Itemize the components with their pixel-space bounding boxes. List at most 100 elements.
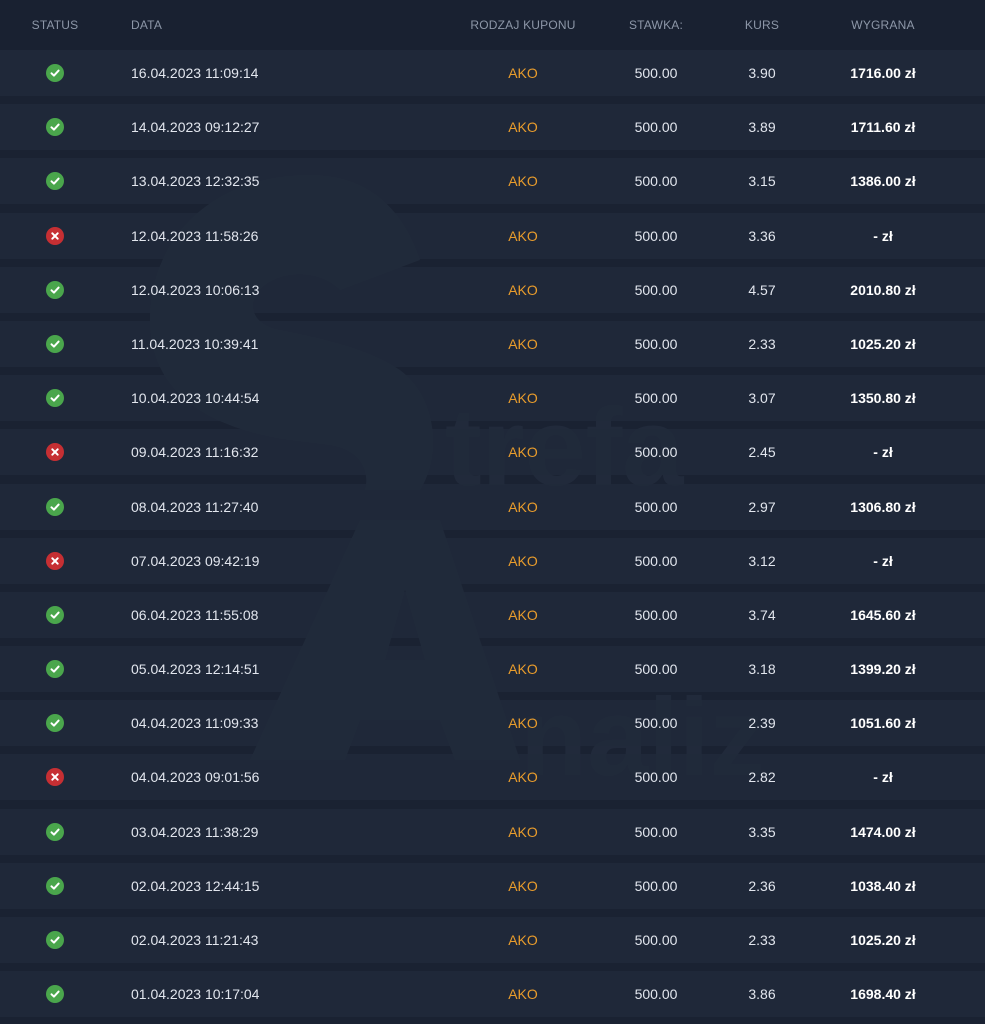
checkmark-icon [46,605,64,624]
table-row[interactable]: 05.04.2023 12:14:51 AKO 500.00 3.18 1399.20 … [0,646,985,693]
status-cell [0,605,110,624]
status-cell [0,443,110,462]
table-row[interactable]: 08.04.2023 11:27:40 AKO 500.00 2.97 1306.80 … [0,483,985,530]
checkmark-icon [46,822,64,841]
header-stake: STAWKA: [628,18,684,32]
status-cell [0,714,110,733]
status-cell [0,497,110,516]
checkmark-icon [46,931,64,949]
date-cell: 05.04.2023 12:14:51 [131,661,260,678]
table-row[interactable]: 11.04.2023 10:39:41 AKO 500.00 2.33 1025.20 … [0,320,985,367]
win-cell: - zł [873,227,893,244]
date-cell: 10.04.2023 10:44:54 [131,390,260,407]
table-row[interactable]: 16.04.2023 11:09:14 AKO 500.00 3.90 1716.00 … [0,50,985,96]
stake-cell: 500.00 [634,552,678,569]
stake-cell: 500.00 [634,877,678,894]
stake-cell: 500.00 [634,335,678,352]
win-cell: 1386.00 zł [850,173,916,190]
header-date: DATA [131,18,163,32]
coupon-type-cell: AKO [508,65,538,81]
checkmark-icon [46,389,64,408]
table-row[interactable]: 12.04.2023 10:06:13 AKO 500.00 4.57 2010.80 … [0,266,985,313]
coupon-type-cell: AKO [508,281,538,298]
stake-cell: 500.00 [634,932,678,948]
coupon-type-cell: AKO [508,823,538,840]
odds-cell: 2.97 [748,498,776,515]
header-odds: KURS [744,18,780,32]
table-row[interactable]: 10.04.2023 10:44:54 AKO 500.00 3.07 1350.80 … [0,375,985,422]
checkmark-icon [46,280,64,299]
status-cell [0,822,110,841]
table-row[interactable]: 03.04.2023 11:38:29 AKO 500.00 3.35 1474.00 … [0,808,985,855]
win-cell: 1711.60 zł [850,119,916,136]
date-cell: 03.04.2023 11:38:29 [131,823,259,840]
checkmark-icon [46,876,64,895]
header-coupon-type: RODZAJ KUPONU [470,18,576,32]
date-cell: 07.04.2023 09:42:19 [131,552,260,569]
win-cell: - zł [873,552,893,569]
odds-cell: 2.45 [748,444,776,461]
odds-cell: 3.18 [748,661,776,678]
table-row[interactable]: 04.04.2023 11:09:33 AKO 500.00 2.39 1051.60 … [0,700,985,747]
stake-cell: 500.00 [634,986,678,1003]
date-cell: 08.04.2023 11:27:40 [131,498,259,515]
stake-cell: 500.00 [634,606,678,623]
table-row[interactable]: 01.04.2023 10:17:04 AKO 500.00 3.86 1698.40 … [0,971,985,1018]
win-cell: 1025.20 zł [850,335,916,352]
checkmark-icon [46,985,64,1004]
table-row[interactable]: 02.04.2023 12:44:15 AKO 500.00 2.36 1038.40 … [0,862,985,909]
status-cell [0,334,110,353]
stake-cell: 500.00 [634,390,678,407]
status-cell [0,280,110,299]
stake-cell: 500.00 [634,769,678,786]
table-row[interactable]: 14.04.2023 09:12:27 AKO 500.00 3.89 1711.60 … [0,104,985,151]
stake-cell: 500.00 [634,65,678,81]
status-cell [0,931,110,949]
table-row[interactable]: 07.04.2023 09:42:19 AKO 500.00 3.12 - zł [0,537,985,584]
coupon-type-cell: AKO [508,877,538,894]
coupon-type-cell: AKO [508,769,538,786]
date-cell: 12.04.2023 11:58:26 [131,227,259,244]
odds-cell: 2.39 [748,715,776,732]
date-cell: 11.04.2023 10:39:41 [131,335,259,352]
table-header: STATUS DATA RODZAJ KUPONU STAWKA: KURS W… [0,0,985,50]
odds-cell: 4.57 [748,281,776,298]
win-cell: 1645.60 zł [850,606,916,623]
coupon-type-cell: AKO [508,173,538,190]
date-cell: 04.04.2023 11:09:33 [131,715,259,732]
status-cell [0,226,110,245]
coupon-type-cell: AKO [508,986,538,1003]
status-cell [0,660,110,679]
odds-cell: 3.74 [748,606,776,623]
date-cell: 02.04.2023 12:44:15 [131,877,260,894]
checkmark-icon [46,118,64,137]
coupon-type-cell: AKO [508,227,538,244]
coupon-type-cell: AKO [508,498,538,515]
cross-icon [46,768,64,787]
status-cell [0,389,110,408]
checkmark-icon [46,334,64,353]
stake-cell: 500.00 [634,498,678,515]
win-cell: - zł [873,769,893,786]
stake-cell: 500.00 [634,444,678,461]
date-cell: 04.04.2023 09:01:56 [131,769,260,786]
status-cell [0,876,110,895]
odds-cell: 3.36 [748,227,776,244]
odds-cell: 3.35 [748,823,776,840]
table-row[interactable]: 04.04.2023 09:01:56 AKO 500.00 2.82 - zł [0,754,985,801]
table-row[interactable]: 12.04.2023 11:58:26 AKO 500.00 3.36 - zł [0,212,985,259]
table-row[interactable]: 13.04.2023 12:32:35 AKO 500.00 3.15 1386.00 … [0,158,985,205]
win-cell: 1716.00 zł [850,65,916,81]
stake-cell: 500.00 [634,173,678,190]
win-cell: - zł [873,444,893,461]
table-row[interactable]: 06.04.2023 11:55:08 AKO 500.00 3.74 1645.60 … [0,591,985,638]
odds-cell: 3.15 [748,173,776,190]
table-row[interactable]: 09.04.2023 11:16:32 AKO 500.00 2.45 - zł [0,429,985,476]
date-cell: 14.04.2023 09:12:27 [131,119,260,136]
stake-cell: 500.00 [634,661,678,678]
checkmark-icon [46,64,64,82]
table-row[interactable]: 02.04.2023 11:21:43 AKO 500.00 2.33 1025.20 … [0,917,985,963]
date-cell: 02.04.2023 11:21:43 [131,932,259,948]
header-status: STATUS [31,18,79,32]
coupon-history-page: trefa naliz STATUS DATA RODZAJ KUPONU ST… [0,0,985,1024]
